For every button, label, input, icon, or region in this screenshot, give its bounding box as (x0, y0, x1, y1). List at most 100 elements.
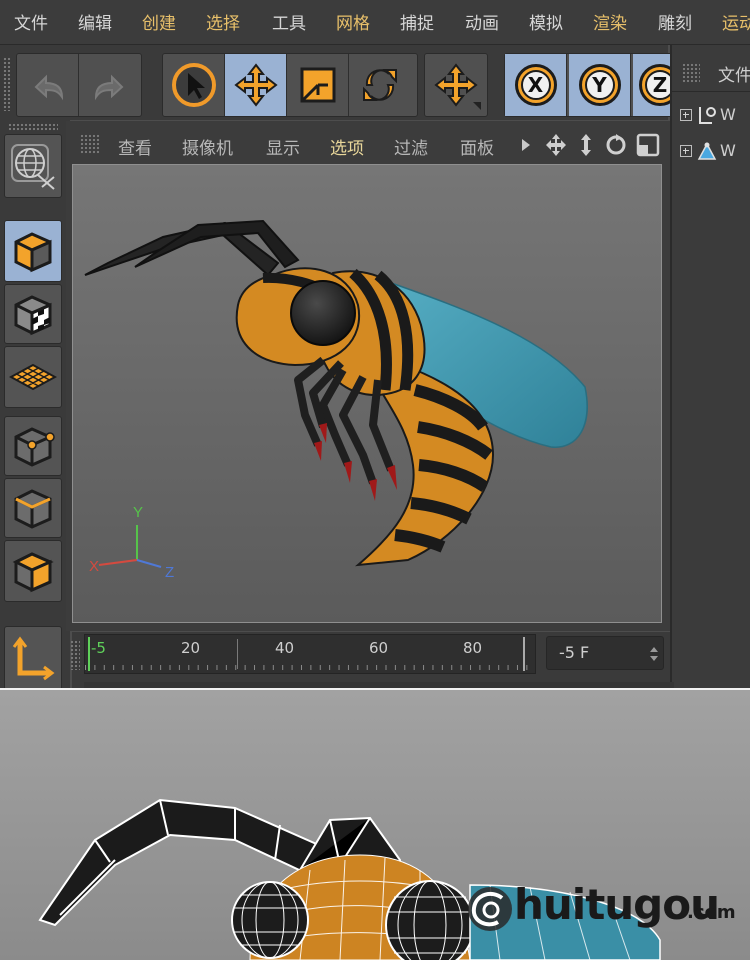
gizmo-y-label: Y (133, 504, 143, 521)
polygons-cube-icon (12, 552, 54, 593)
bee-model-render: Y X Z (84, 219, 588, 581)
x-axis-lock-button[interactable]: X (505, 54, 567, 116)
timeline-tick: 20 (181, 639, 201, 657)
object-name: W (720, 141, 736, 160)
undo-button[interactable] (17, 54, 79, 116)
move-icon (233, 63, 278, 107)
viewport-menu-display[interactable]: 显示 (266, 134, 300, 159)
x-axis-label: X (520, 70, 551, 100)
object-cube-icon (14, 232, 52, 273)
select-tool-button[interactable] (163, 54, 225, 116)
rotate-tool-button[interactable] (349, 54, 411, 116)
timeline-tick: 80 (463, 639, 483, 657)
scale-icon (300, 67, 335, 103)
viewport-menu-options[interactable]: 选项 (330, 134, 364, 159)
viewport-grip[interactable] (80, 134, 100, 154)
timeline-tick-start: -5 (91, 639, 106, 657)
points-cube-icon (14, 427, 55, 467)
coordinate-system-button[interactable] (425, 54, 487, 116)
y-axis-label: Y (584, 70, 615, 100)
object-manager-file-menu[interactable]: 文件 (718, 61, 750, 86)
object-manager-panel: 文件 W W (670, 45, 750, 690)
more-menu-arrow-icon[interactable] (520, 138, 532, 152)
redo-button[interactable] (79, 54, 141, 116)
timeline-ruler[interactable]: -5 20 40 60 80 (84, 634, 536, 674)
axis-mode-button[interactable] (4, 626, 62, 690)
bone-object-icon (697, 142, 717, 160)
move-tool-button[interactable] (225, 54, 287, 116)
expand-icon[interactable] (680, 145, 692, 157)
object-name: W (720, 105, 736, 124)
axis-gizmo (98, 525, 162, 568)
scale-tool-button[interactable] (287, 54, 349, 116)
menu-render[interactable]: 渲染 (593, 9, 627, 34)
pan-view-icon[interactable] (546, 134, 566, 156)
expand-icon[interactable] (680, 109, 692, 121)
rotate-icon (363, 69, 397, 101)
undo-redo-group (16, 53, 142, 117)
palette-grip[interactable] (8, 123, 58, 131)
undo-icon (34, 74, 63, 101)
watermark: huitugou .com (462, 878, 750, 938)
toggle-view-icon[interactable] (636, 133, 660, 157)
coordinate-system-icon (434, 63, 481, 110)
edges-mode-button[interactable] (4, 478, 62, 538)
select-arrow-icon (171, 63, 216, 107)
transform-tools-group (162, 53, 418, 117)
viewport-menu-filter[interactable]: 过滤 (394, 134, 428, 159)
object-row[interactable]: W (680, 141, 750, 165)
texture-mode-button[interactable] (4, 284, 62, 344)
menu-edit[interactable]: 编辑 (78, 9, 112, 34)
huitugou-logo-icon (468, 887, 512, 931)
polygons-mode-button[interactable] (4, 540, 62, 602)
viewport-menu-view[interactable]: 查看 (118, 134, 152, 159)
z-axis-lock-button[interactable]: Z (633, 54, 675, 116)
wire-eye-right (385, 880, 475, 960)
dolly-view-icon[interactable] (581, 134, 591, 156)
y-axis-lock-button[interactable]: Y (569, 54, 631, 116)
model-mode-button[interactable] (4, 134, 62, 198)
menu-mesh[interactable]: 网格 (336, 9, 370, 34)
current-frame-value: -5 F (559, 643, 590, 662)
redo-icon (94, 74, 124, 101)
object-row[interactable]: W (680, 105, 750, 129)
object-mode-button[interactable] (4, 220, 62, 282)
frame-stepper-icon[interactable] (649, 645, 659, 663)
viewport-menu-panel[interactable]: 面板 (460, 134, 494, 159)
wire-eye-left (231, 881, 309, 959)
workplane-mode-button[interactable] (4, 346, 62, 408)
viewport-menubar: 查看 摄像机 显示 选项 过滤 面板 (74, 126, 664, 162)
axis-lock-group: X Y Z (504, 53, 675, 117)
menu-simulate[interactable]: 模拟 (529, 9, 563, 34)
toolbar-grip[interactable] (3, 57, 11, 111)
timeline-tick: 40 (275, 639, 295, 657)
grid-plane-icon (9, 363, 57, 391)
main-menubar: 文件 编辑 创建 选择 工具 网格 捕捉 动画 模拟 渲染 雕刻 运动 (0, 0, 750, 45)
rotate-view-icon[interactable] (606, 134, 626, 155)
left-tool-palette (0, 120, 70, 690)
null-object-icon (699, 107, 716, 124)
menu-create[interactable]: 创建 (142, 9, 176, 34)
gizmo-z-label: Z (165, 564, 174, 581)
menu-motion[interactable]: 运动 (722, 9, 750, 34)
menu-snap[interactable]: 捕捉 (400, 9, 434, 34)
object-manager-grip[interactable] (682, 63, 700, 83)
3d-viewport[interactable]: Y X Z (72, 164, 662, 623)
edges-cube-icon (14, 489, 52, 529)
menu-select[interactable]: 选择 (206, 9, 240, 34)
timeline-grip[interactable] (70, 640, 80, 670)
timeline-tick: 60 (369, 639, 389, 657)
viewport-menu-cameras[interactable]: 摄像机 (182, 134, 233, 159)
texture-cube-icon (14, 295, 52, 336)
current-frame-field[interactable]: -5 F (546, 636, 664, 670)
main-toolbar: X Y Z (0, 45, 675, 120)
menu-animate[interactable]: 动画 (465, 9, 499, 34)
menu-sculpt[interactable]: 雕刻 (658, 9, 692, 34)
points-mode-button[interactable] (4, 416, 62, 476)
axis-l-icon (12, 636, 55, 681)
menu-file[interactable]: 文件 (14, 9, 48, 34)
menu-tools[interactable]: 工具 (272, 9, 306, 34)
watermark-suffix: .com (687, 902, 736, 923)
globe-model-icon (11, 144, 55, 190)
gizmo-x-label: X (89, 558, 99, 575)
